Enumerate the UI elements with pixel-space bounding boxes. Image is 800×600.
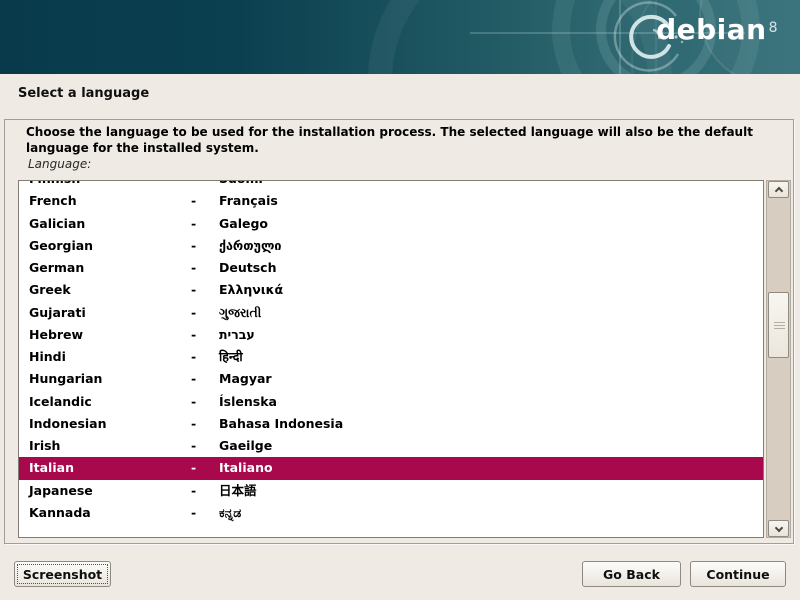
language-separator: - xyxy=(191,346,219,368)
language-list-item[interactable]: Italian - Italiano xyxy=(19,457,763,479)
brand-version: 8 xyxy=(769,20,778,36)
language-separator: - xyxy=(191,435,219,457)
language-native-name: Magyar xyxy=(219,368,763,390)
language-separator: - xyxy=(191,391,219,413)
language-list-item[interactable]: Japanese - 日本語 xyxy=(19,480,763,502)
chevron-down-icon xyxy=(774,523,782,531)
language-list-item[interactable]: Hungarian - Magyar xyxy=(19,368,763,390)
language-list-item[interactable]: Greek - Ελληνικά xyxy=(19,279,763,301)
language-native-name: Bahasa Indonesia xyxy=(219,413,763,435)
language-separator: - xyxy=(191,413,219,435)
language-native-name: Ελληνικά xyxy=(219,279,763,301)
language-separator: - xyxy=(191,302,219,324)
language-list-item[interactable]: Georgian - ქართული xyxy=(19,235,763,257)
language-separator: - xyxy=(191,502,219,524)
language-separator: - xyxy=(191,180,219,190)
list-scrollbar[interactable] xyxy=(766,180,791,538)
language-separator: - xyxy=(191,213,219,235)
language-english-name: Gujarati xyxy=(29,302,191,324)
language-native-name: Italiano xyxy=(219,457,763,479)
language-separator: - xyxy=(191,480,219,502)
content-frame: Choose the language to be used for the i… xyxy=(4,119,794,544)
language-native-name: ಕನ್ನಡ xyxy=(219,502,763,524)
language-english-name: Irish xyxy=(29,435,191,457)
instructions-text: Choose the language to be used for the i… xyxy=(26,125,771,156)
language-english-name: Icelandic xyxy=(29,391,191,413)
language-english-name: Japanese xyxy=(29,480,191,502)
language-english-name: Finnish xyxy=(29,180,191,190)
scrollbar-down-button[interactable] xyxy=(768,520,789,537)
language-english-name: Hebrew xyxy=(29,324,191,346)
language-english-name: French xyxy=(29,190,191,212)
language-english-name: Galician xyxy=(29,213,191,235)
language-english-name: Italian xyxy=(29,457,191,479)
language-separator: - xyxy=(191,190,219,212)
brand-name: debian xyxy=(656,13,767,46)
scrollbar-grip-icon xyxy=(774,322,785,323)
language-separator: - xyxy=(191,457,219,479)
language-english-name: Indonesian xyxy=(29,413,191,435)
language-native-name: Gaeilge xyxy=(219,435,763,457)
language-label: Language: xyxy=(28,157,91,171)
screenshot-button[interactable]: Screenshot xyxy=(14,561,111,587)
language-list-item[interactable]: Irish - Gaeilge xyxy=(19,435,763,457)
language-separator: - xyxy=(191,279,219,301)
language-native-name: Deutsch xyxy=(219,257,763,279)
language-native-name: ქართული xyxy=(219,235,763,257)
language-list-item[interactable]: Finnish - Suomi xyxy=(19,180,763,190)
page-title: Select a language xyxy=(18,86,149,101)
language-english-name: Hindi xyxy=(29,346,191,368)
language-english-name: Georgian xyxy=(29,235,191,257)
language-native-name: Français xyxy=(219,190,763,212)
language-english-name: Hungarian xyxy=(29,368,191,390)
scrollbar-up-button[interactable] xyxy=(768,181,789,198)
language-native-name: Íslenska xyxy=(219,391,763,413)
language-list-item[interactable]: French - Français xyxy=(19,190,763,212)
language-list-item[interactable]: Hebrew - עברית xyxy=(19,324,763,346)
debian-logo-text: debian8 xyxy=(656,16,778,44)
language-native-name: 日本語 xyxy=(219,480,763,502)
scrollbar-thumb[interactable] xyxy=(768,292,789,358)
language-list-item[interactable]: Indonesian - Bahasa Indonesia xyxy=(19,413,763,435)
language-list-item[interactable]: Galician - Galego xyxy=(19,213,763,235)
continue-button[interactable]: Continue xyxy=(690,561,786,587)
language-native-name: ગુજરાતી xyxy=(219,302,763,324)
language-english-name: Kannada xyxy=(29,502,191,524)
language-separator: - xyxy=(191,368,219,390)
go-back-button[interactable]: Go Back xyxy=(582,561,681,587)
language-separator: - xyxy=(191,257,219,279)
language-list-item[interactable]: Gujarati - ગુજરાતી xyxy=(19,302,763,324)
language-native-name: हिन्दी xyxy=(219,346,763,368)
language-native-name: עברית xyxy=(219,324,763,346)
header-banner: debian8 xyxy=(0,0,800,74)
language-separator: - xyxy=(191,235,219,257)
language-english-name: Greek xyxy=(29,279,191,301)
language-separator: - xyxy=(191,324,219,346)
language-native-name: Suomi xyxy=(219,180,763,190)
language-list-item[interactable]: Hindi - हिन्दी xyxy=(19,346,763,368)
language-list-item[interactable]: Kannada - ಕನ್ನಡ xyxy=(19,502,763,524)
language-native-name: Galego xyxy=(219,213,763,235)
language-list[interactable]: Finnish - Suomi French - Français Galici… xyxy=(18,180,764,538)
language-english-name: German xyxy=(29,257,191,279)
language-scrolled-window: Finnish - Suomi French - Français Galici… xyxy=(18,180,791,538)
language-list-item[interactable]: Icelandic - Íslenska xyxy=(19,391,763,413)
chevron-up-icon xyxy=(774,187,782,195)
language-list-rows: Finnish - Suomi French - Français Galici… xyxy=(19,180,763,524)
language-list-item[interactable]: German - Deutsch xyxy=(19,257,763,279)
